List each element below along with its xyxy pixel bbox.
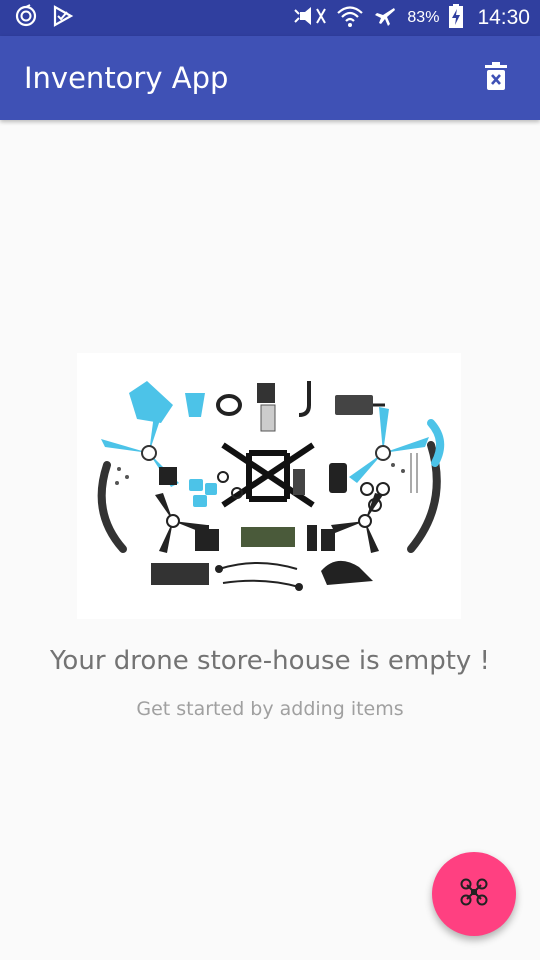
airplane-icon bbox=[373, 4, 397, 32]
wifi-icon bbox=[337, 4, 364, 32]
sync-icon bbox=[14, 4, 38, 32]
status-bar: 83% 14:30 bbox=[0, 0, 540, 36]
empty-subtitle: Get started by adding items bbox=[136, 698, 404, 720]
mute-icon bbox=[293, 4, 327, 32]
add-item-button[interactable] bbox=[432, 852, 516, 936]
delete-all-icon bbox=[485, 62, 507, 94]
battery-percent: 83% bbox=[407, 9, 440, 26]
delete-all-button[interactable] bbox=[476, 58, 516, 98]
drone-icon bbox=[459, 877, 489, 911]
toolbar: Inventory App bbox=[0, 36, 540, 120]
empty-title: Your drone store-house is empty ! bbox=[50, 646, 490, 676]
app-title: Inventory App bbox=[24, 61, 229, 95]
check-icon bbox=[52, 5, 74, 31]
clock: 14:30 bbox=[477, 6, 530, 29]
drone-parts-image bbox=[77, 353, 461, 619]
battery-charging-icon bbox=[449, 4, 464, 32]
